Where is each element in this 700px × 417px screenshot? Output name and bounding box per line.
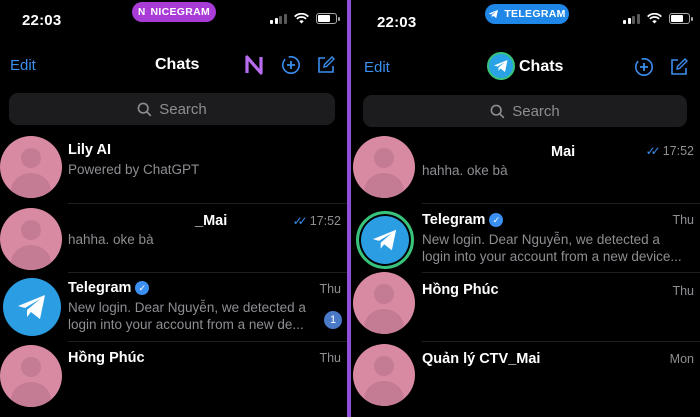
nicegram-logo-icon[interactable] [243,54,265,76]
chat-name-text: Telegram [422,212,486,228]
avatar [0,345,62,407]
unread-badge: 1 [324,311,342,329]
read-check-icon: ✓✓ [645,144,661,158]
chat-row-mai[interactable]: Mai ✓✓ 17:52 hahha. oke bà [351,136,700,204]
search-placeholder: Search [159,100,207,118]
chat-name: Lily AI [68,142,111,158]
chat-preview: hahha. oke bà [68,232,154,247]
telegram-pill: TELEGRAM [485,4,569,24]
telegram-screen: 22:03 TELEGRAM Edit Chats Search Mai ✓✓ … [351,0,700,417]
divider [68,272,347,273]
telegram-logo-icon[interactable] [487,52,515,80]
telegram-plane-icon [489,9,499,19]
chat-name: Hồng Phúc [68,350,145,366]
chat-name: Hồng Phúc [422,282,499,298]
chat-time: Thu [319,351,341,365]
divider [422,341,700,342]
telegram-plane-icon [18,295,45,319]
chat-row-lily-ai[interactable]: Lily AI Powered by ChatGPT [0,136,347,204]
read-check-icon: ✓✓ [292,214,308,228]
wifi-icon [293,13,309,24]
avatar [353,136,415,198]
chat-preview-line2: login into your account from a new devic… [422,249,682,264]
chat-time: Thu [672,213,694,227]
chat-row-mai[interactable]: _Mai ✓✓ 17:52 hahha. oke bà [0,207,347,275]
divider [68,341,347,342]
nicegram-pill: N NICEGRAM [132,2,216,22]
chat-time: ✓✓ 17:52 [293,214,341,228]
battery-icon [668,13,693,24]
telegram-plane-icon [373,229,397,251]
chat-preview-line1: New login. Dear Nguyễn, we detected a [422,232,660,247]
chat-time-text: 17:52 [662,144,694,158]
search-icon [137,102,152,116]
pill-label: TELEGRAM [504,8,566,20]
search-input[interactable]: Search [363,95,687,127]
search-icon [490,104,505,118]
nicegram-logo-icon: N [137,6,146,18]
chat-row-hong-phuc[interactable]: Hồng Phúc Thu [0,345,347,413]
chat-time: ✓✓ 17:52 [646,144,694,158]
chat-preview-line2: login into your account from a new de... [68,317,304,332]
chat-time: Thu [672,284,694,298]
divider [68,203,347,204]
status-bar: 22:03 N NICEGRAM [0,0,347,40]
compose-icon[interactable] [668,56,690,78]
chat-name: Telegram ✓ [422,212,504,228]
page-title: Chats [519,58,564,75]
chat-time: Thu [319,282,341,296]
divider [422,203,700,204]
chat-time: Mon [669,352,694,366]
edit-button[interactable]: Edit [10,57,36,74]
chat-preview: Powered by ChatGPT [68,162,200,177]
status-time: 22:03 [377,14,417,31]
page-title: Chats [155,56,200,73]
avatar [0,136,62,198]
verified-icon: ✓ [135,281,150,295]
verified-icon: ✓ [489,213,504,227]
nav-bar: Edit Chats [0,48,347,82]
chat-row-quan-ly-ctv-mai[interactable]: Quản lý CTV_Mai Mon [351,344,700,412]
system-icons [623,13,693,24]
search-placeholder: Search [512,102,560,120]
avatar [353,272,415,334]
compose-icon[interactable] [315,54,337,76]
chat-row-telegram[interactable]: Telegram ✓ Thu New login. Dear Nguyễn, w… [351,207,700,275]
chat-row-telegram[interactable]: Telegram ✓ Thu New login. Dear Nguyễn, w… [0,276,347,344]
nav-bar: Edit Chats [351,48,700,82]
avatar [0,208,62,270]
chat-row-hong-phuc[interactable]: Hồng Phúc Thu [351,272,700,340]
nicegram-screen: 22:03 N NICEGRAM Edit Chats Search Lily … [0,0,347,417]
signal-icon [270,13,287,24]
chat-name-text: Telegram [68,280,132,296]
signal-icon [623,13,640,24]
chat-name: _Mai [195,213,228,229]
avatar [353,344,415,406]
chat-time-text: 17:52 [309,214,341,228]
edit-button[interactable]: Edit [364,59,390,76]
wifi-icon [646,13,662,24]
status-time: 22:03 [22,12,62,29]
battery-icon [315,13,340,24]
telegram-avatar [3,278,61,336]
pill-label: NICEGRAM [150,6,211,18]
chat-preview: hahha. oke bà [422,163,508,178]
chat-name: Telegram ✓ [68,280,150,296]
telegram-avatar [356,211,414,269]
chat-name: Quản lý CTV_Mai [422,351,541,367]
new-story-icon[interactable] [633,56,655,78]
chat-preview-line1: New login. Dear Nguyễn, we detected a [68,300,306,315]
search-input[interactable]: Search [9,93,335,125]
system-icons [270,13,340,24]
status-bar: 22:03 TELEGRAM [351,0,700,40]
chat-name: Mai [551,144,576,160]
new-story-icon[interactable] [280,54,302,76]
